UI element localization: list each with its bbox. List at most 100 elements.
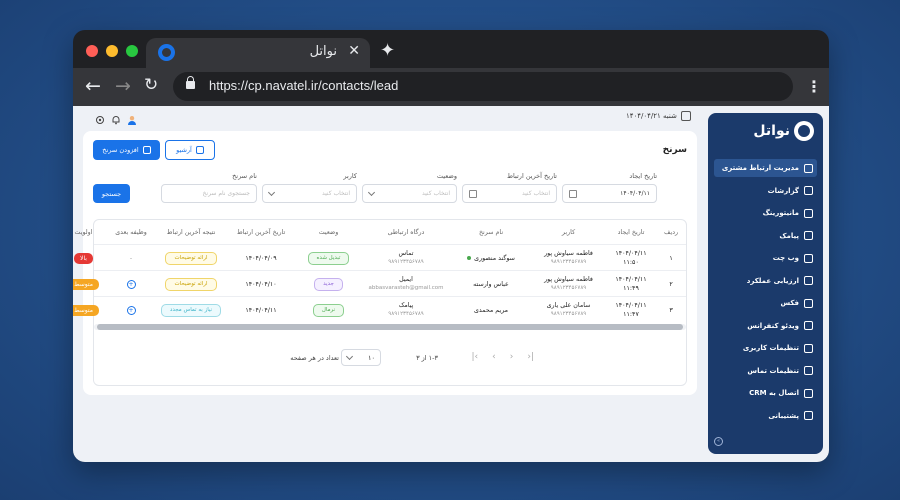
sidebar-item[interactable]: پیامک bbox=[714, 227, 817, 245]
created-time: ۱۱:۵۰ bbox=[623, 259, 639, 266]
date-display: شنبه ۱۴۰۴/۰۴/۲۱ bbox=[626, 111, 691, 121]
channel-type: تماس bbox=[398, 250, 414, 257]
browser-tab[interactable]: نواتل ✕ bbox=[146, 38, 370, 68]
column-header: نتیجه آخرین ارتباط bbox=[166, 228, 216, 236]
status-badge: تبدیل شده bbox=[307, 251, 350, 265]
scrollbar-thumb[interactable] bbox=[97, 324, 683, 330]
sidebar-item-label: وب چت bbox=[772, 254, 799, 262]
per-page-label: تعداد در هر صفحه bbox=[290, 354, 339, 362]
tab-close-icon[interactable]: ✕ bbox=[348, 43, 360, 59]
user-phone: ۹۸۹۱۲۳۴۵۶۷۸۹ bbox=[550, 285, 587, 291]
channel-detail: ۹۸۹۱۲۳۴۵۶۷۸۹ bbox=[388, 311, 424, 317]
last-page-icon[interactable]: ›| bbox=[527, 352, 534, 362]
sidebar-item[interactable]: گزارشات bbox=[714, 182, 817, 200]
sidebar-item[interactable]: تنظیمات کاربری bbox=[714, 339, 817, 357]
created-date: ۱۴۰۴/۰۴/۱۱ bbox=[615, 302, 647, 309]
maximize-window-button[interactable] bbox=[126, 45, 138, 57]
table-cell: فاطمه سیاوش پور ۹۸۹۱۲۳۴۵۶۷۸۹ bbox=[531, 271, 606, 297]
forward-icon[interactable]: → bbox=[115, 75, 131, 97]
archive-button[interactable]: آرشیو bbox=[165, 140, 215, 160]
users-icon bbox=[804, 163, 813, 173]
reload-icon[interactable]: ↻ bbox=[144, 75, 158, 95]
created-date: ۱۴۰۴/۰۴/۱۱ bbox=[615, 250, 647, 257]
prev-page-icon[interactable]: ‹ bbox=[492, 352, 496, 362]
lead-name-input[interactable]: جستجوی نام سرنخ bbox=[161, 184, 257, 203]
add-task-icon[interactable]: + bbox=[126, 305, 136, 315]
sidebar-item[interactable]: ارزیابی عملکرد bbox=[714, 272, 817, 290]
lead-name[interactable]: مریم محمدی bbox=[474, 306, 508, 315]
close-window-button[interactable] bbox=[86, 45, 98, 57]
created-time: ۱۱:۴۷ bbox=[623, 311, 639, 318]
row-index: ۲ bbox=[669, 280, 673, 288]
column-header: تاریخ آخرین ارتباط bbox=[236, 228, 286, 236]
table-cell: نرمال bbox=[296, 297, 361, 323]
created-date-field[interactable]: ۱۴۰۴/۰۴/۱۱ bbox=[562, 184, 657, 203]
chat-icon bbox=[804, 253, 813, 263]
sidebar-item-label: ویدئو کنفرانس bbox=[747, 321, 799, 330]
last-contact-date: ۱۴۰۴/۰۴/۰۹ bbox=[245, 254, 277, 262]
collapse-sidebar-icon[interactable]: » bbox=[714, 437, 723, 446]
table-row[interactable]: ۳ ۱۴۰۴/۰۴/۱۱ ۱۱:۴۷ سامان علی یاری ۹۸۹۱۲۳۴۵۶۷… bbox=[73, 296, 686, 323]
table-cell: ارائه توضیحات bbox=[156, 271, 226, 297]
sidebar-item[interactable]: پشتیبانی bbox=[714, 407, 817, 425]
header-actions bbox=[95, 110, 137, 125]
table-cell: تماس ۹۸۹۱۲۳۴۵۶۷۸۹ bbox=[361, 245, 451, 271]
first-page-icon[interactable]: |‹ bbox=[472, 352, 479, 362]
calendar-icon bbox=[469, 189, 477, 198]
add-lead-button[interactable]: افزودن سرنخ bbox=[93, 140, 160, 160]
table-row[interactable]: ۲ ۱۴۰۴/۰۴/۱۱ ۱۱:۴۹ فاطمه سیاوش پور ۹۸۹۱۲۳۴۵۶… bbox=[73, 270, 686, 297]
table-cell: ۱۴۰۴/۰۴/۱۱ ۱۱:۵۰ bbox=[606, 245, 656, 271]
sidebar-item-label: گزارشات bbox=[767, 186, 799, 195]
table-cell: متوسط bbox=[73, 271, 106, 297]
lead-name[interactable]: عباس وارسته bbox=[473, 280, 509, 289]
add-task-icon[interactable]: + bbox=[126, 279, 136, 289]
sidebar-item[interactable]: تنظیمات تماس bbox=[714, 362, 817, 380]
last-contact-field[interactable]: انتخاب کنید bbox=[462, 184, 557, 203]
table-cell: ۱ bbox=[656, 245, 686, 271]
back-icon[interactable]: ← bbox=[85, 75, 101, 97]
sidebar-item-label: مانیتورینگ bbox=[762, 209, 799, 217]
brand-name: نواتل bbox=[753, 123, 790, 139]
sidebar-item[interactable]: اتصال به CRM bbox=[714, 384, 817, 402]
bell-icon[interactable] bbox=[111, 110, 121, 125]
sidebar-item[interactable]: فکس bbox=[714, 294, 817, 312]
leads-table: ردیف تاریخ ایجاد کاربر نام سرنخ درگاه ارتباط… bbox=[73, 219, 687, 386]
sidebar-item-label: پیامک bbox=[779, 231, 799, 240]
address-bar[interactable]: https://cp.navatel.ir/contacts/lead bbox=[173, 72, 793, 101]
brand-logo[interactable]: نواتل bbox=[753, 121, 814, 141]
channel-type: پیامک bbox=[398, 302, 414, 309]
table-row[interactable]: ۱ ۱۴۰۴/۰۴/۱۱ ۱۱:۵۰ فاطمه سیاوش پور ۹۸۹۱۲۳۴۵۶… bbox=[74, 244, 686, 271]
next-page-icon[interactable]: › bbox=[510, 352, 514, 362]
lead-name[interactable]: سوگند منصوری bbox=[474, 254, 515, 263]
table-cell: ۳ bbox=[656, 297, 686, 323]
sidebar-item[interactable]: مانیتورینگ bbox=[714, 204, 817, 222]
current-date: شنبه ۱۴۰۴/۰۴/۲۱ bbox=[626, 112, 677, 120]
browser-menu-icon[interactable]: ⋮ bbox=[806, 77, 822, 96]
chevron-down-icon bbox=[367, 188, 376, 196]
status-badge: نرمال bbox=[312, 303, 345, 317]
user-select[interactable]: انتخاب کنید bbox=[262, 184, 357, 203]
status-select[interactable]: انتخاب کنید bbox=[362, 184, 457, 203]
sidebar-item[interactable]: وب چت bbox=[714, 249, 817, 267]
channel-detail: abbasvarasteh@gmail.com bbox=[368, 285, 444, 291]
sidebar-item[interactable]: ویدئو کنفرانس bbox=[714, 317, 817, 335]
new-tab-icon[interactable]: ✦ bbox=[380, 40, 395, 61]
avatar[interactable] bbox=[127, 110, 137, 125]
per-page-value: ۱۰ bbox=[368, 353, 375, 362]
chevron-down-icon bbox=[267, 188, 276, 196]
table-cell: متوسط bbox=[73, 297, 106, 323]
column-header: وضعیت bbox=[318, 228, 339, 236]
priority-badge: بالا bbox=[74, 252, 93, 264]
result-badge: ارائه توضیحات bbox=[165, 251, 217, 265]
search-button[interactable]: جستجو bbox=[93, 184, 130, 203]
table-cell: فاطمه سیاوش پور ۹۸۹۱۲۳۴۵۶۷۸۹ bbox=[531, 245, 606, 271]
horizontal-scrollbar[interactable] bbox=[94, 324, 686, 330]
per-page-select[interactable]: ۱۰ bbox=[341, 349, 381, 366]
send-icon bbox=[804, 231, 813, 240]
settings-icon[interactable] bbox=[95, 110, 105, 124]
sidebar-item[interactable]: مدیریت ارتباط مشتری bbox=[714, 159, 817, 177]
browser-toolbar: ← → ↻ https://cp.navatel.ir/contacts/lea… bbox=[73, 68, 829, 106]
minimize-window-button[interactable] bbox=[106, 45, 118, 57]
column-header: نام سرنخ bbox=[478, 228, 504, 236]
sidebar: نواتل مدیریت ارتباط مشتری گزارشات مانیتوری… bbox=[708, 113, 823, 454]
